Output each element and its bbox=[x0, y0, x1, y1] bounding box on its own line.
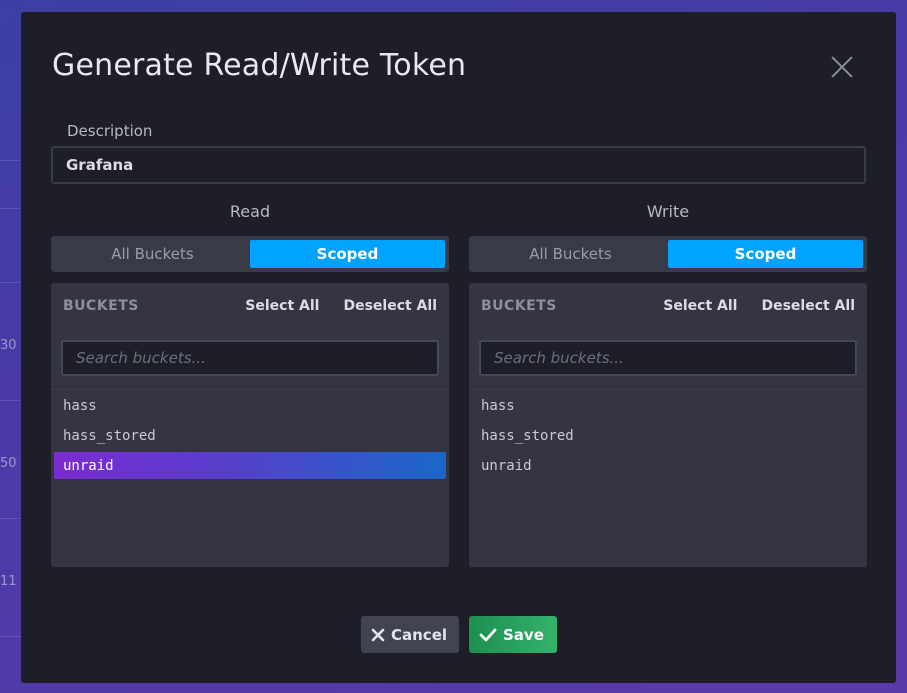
background-axis-label: 11 bbox=[0, 574, 17, 589]
background-divider bbox=[0, 160, 22, 161]
read-panel-title: BUCKETS bbox=[63, 298, 139, 314]
background-axis-label: 30 bbox=[0, 338, 17, 353]
dialog-title: Generate Read/Write Token bbox=[52, 48, 467, 83]
write-heading: Write bbox=[646, 202, 690, 221]
write-all-buckets-option[interactable]: All Buckets bbox=[473, 240, 668, 268]
write-bucket-panel: BUCKETS Select All Deselect All hass has… bbox=[469, 283, 867, 567]
read-select-all-button[interactable]: Select All bbox=[245, 298, 319, 314]
background-divider bbox=[0, 636, 22, 637]
background-divider bbox=[0, 282, 22, 283]
close-icon[interactable] bbox=[827, 52, 857, 82]
description-input[interactable] bbox=[51, 146, 866, 184]
save-label: Save bbox=[503, 625, 544, 644]
checkmark-icon bbox=[479, 626, 497, 644]
cancel-button[interactable]: Cancel bbox=[361, 616, 459, 653]
background-divider bbox=[0, 208, 22, 209]
read-deselect-all-button[interactable]: Deselect All bbox=[343, 298, 437, 314]
save-button[interactable]: Save bbox=[469, 616, 557, 653]
read-bucket-list: hass hass_stored unraid bbox=[51, 387, 449, 479]
description-label: Description bbox=[67, 122, 153, 140]
write-select-all-button[interactable]: Select All bbox=[663, 298, 737, 314]
read-bucket-panel: BUCKETS Select All Deselect All hass has… bbox=[51, 283, 449, 567]
read-search-input[interactable] bbox=[61, 340, 439, 376]
write-panel-title: BUCKETS bbox=[481, 298, 557, 314]
read-bucket-item[interactable]: hass bbox=[54, 392, 446, 419]
write-search-input[interactable] bbox=[479, 340, 857, 376]
write-scope-toggle: All Buckets Scoped bbox=[469, 236, 867, 272]
read-search-wrap bbox=[51, 329, 449, 387]
write-panel-header: BUCKETS Select All Deselect All bbox=[469, 283, 867, 329]
read-column: Read All Buckets Scoped BUCKETS Select A… bbox=[51, 202, 449, 567]
read-bucket-item[interactable]: hass_stored bbox=[54, 422, 446, 449]
write-bucket-item[interactable]: unraid bbox=[472, 452, 864, 479]
write-bucket-item[interactable]: hass_stored bbox=[472, 422, 864, 449]
write-bucket-list: hass hass_stored unraid bbox=[469, 387, 867, 479]
read-heading: Read bbox=[229, 202, 271, 221]
background-divider bbox=[0, 518, 22, 519]
read-scoped-option[interactable]: Scoped bbox=[250, 240, 445, 268]
read-scope-toggle: All Buckets Scoped bbox=[51, 236, 449, 272]
write-scoped-option[interactable]: Scoped bbox=[668, 240, 863, 268]
background-axis-label: 50 bbox=[0, 456, 17, 471]
background-divider bbox=[0, 400, 22, 401]
write-bucket-item[interactable]: hass bbox=[472, 392, 864, 419]
read-bucket-item-selected[interactable]: unraid bbox=[54, 452, 446, 479]
read-all-buckets-option[interactable]: All Buckets bbox=[55, 240, 250, 268]
read-panel-header: BUCKETS Select All Deselect All bbox=[51, 283, 449, 329]
x-icon bbox=[371, 626, 385, 644]
write-deselect-all-button[interactable]: Deselect All bbox=[761, 298, 855, 314]
cancel-label: Cancel bbox=[391, 625, 448, 644]
write-search-wrap bbox=[469, 329, 867, 387]
token-dialog: Generate Read/Write Token Description Re… bbox=[21, 12, 896, 683]
write-column: Write All Buckets Scoped BUCKETS Select … bbox=[469, 202, 867, 567]
